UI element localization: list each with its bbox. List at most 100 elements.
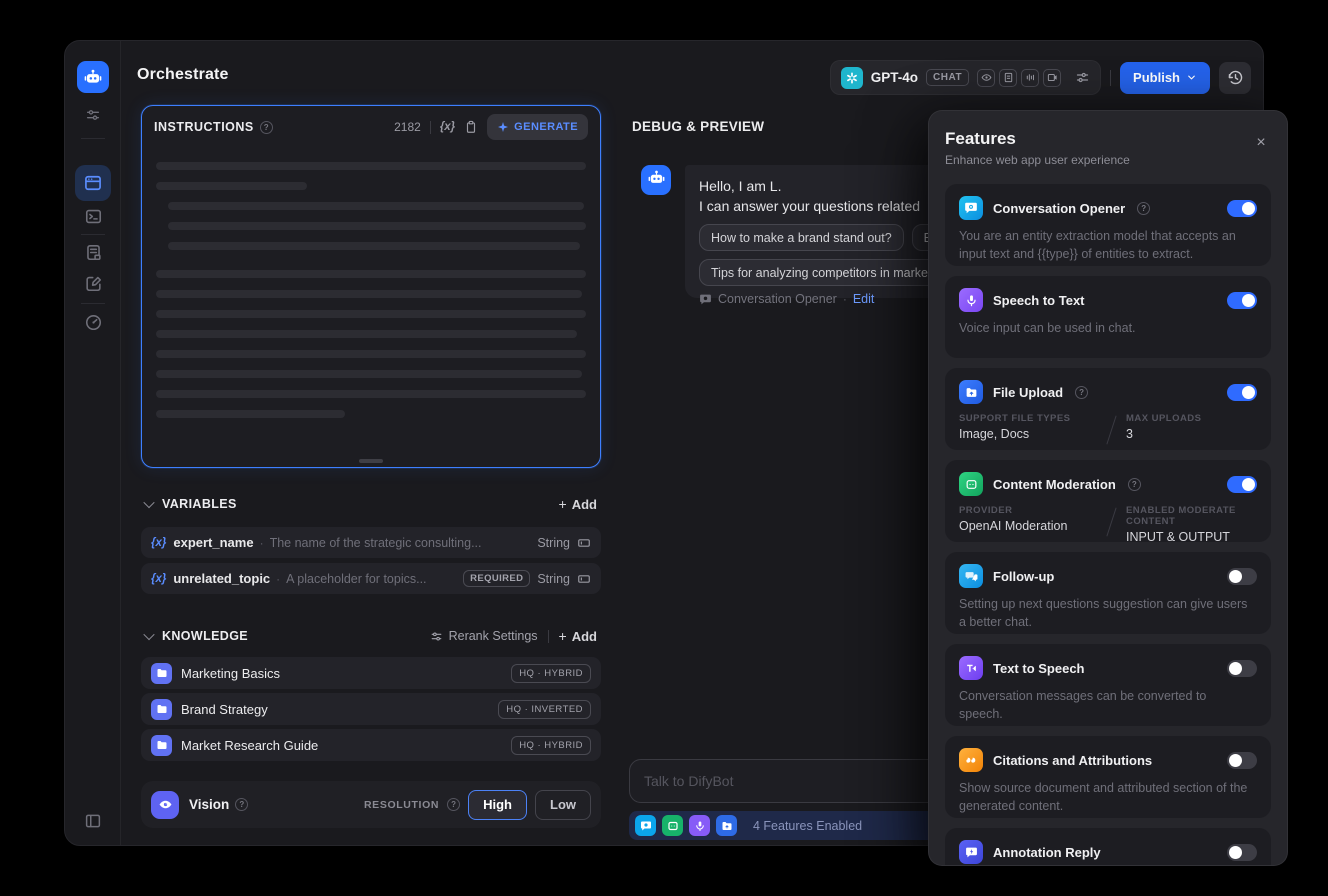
publish-button[interactable]: Publish [1120, 61, 1210, 94]
feature-toggle[interactable] [1227, 475, 1257, 493]
rerank-label: Rerank Settings [448, 629, 538, 643]
collapse-sidebar-button[interactable] [83, 811, 103, 831]
divider [547, 629, 549, 643]
resolution-high-button[interactable]: High [468, 789, 527, 820]
knowledge-badge: HQ · HYBRID [511, 735, 591, 755]
features-enabled-text: 4 Features Enabled [753, 818, 863, 833]
field-label: PROVIDER [959, 505, 1013, 516]
separator-dot: · [276, 571, 281, 586]
variable-icon: {x} [151, 536, 167, 549]
input-field-icon[interactable] [577, 536, 591, 550]
chevron-down-icon [1188, 75, 1195, 80]
slash-divider [1106, 507, 1117, 537]
sidebar-item-orchestrate[interactable] [75, 165, 111, 201]
help-icon[interactable]: ? [259, 120, 273, 134]
input-field-icon[interactable] [577, 572, 591, 586]
divider [429, 120, 431, 134]
knowledge-row[interactable]: Marketing Basics HQ · HYBRID [141, 657, 601, 689]
model-selector[interactable]: GPT-4o CHAT [829, 60, 1102, 95]
knowledge-badge: HQ · INVERTED [498, 699, 591, 719]
sidebar-item-annotations[interactable] [83, 273, 103, 293]
sidebar-item-monitoring[interactable] [83, 312, 103, 332]
feature-toggle[interactable] [1227, 751, 1257, 769]
features-panel-subtitle: Enhance web app user experience [945, 153, 1130, 167]
chevron-down-icon[interactable] [143, 628, 155, 641]
text-to-speech-icon [959, 656, 983, 680]
help-icon[interactable]: ? [1137, 201, 1151, 215]
feature-name: Content Moderation [993, 476, 1116, 492]
close-icon[interactable]: × [1251, 133, 1271, 153]
generate-button[interactable]: GENERATE [487, 114, 588, 140]
features-panel: Features Enhance web app user experience… [928, 110, 1288, 866]
variable-row[interactable]: {x} expert_name · The name of the strate… [141, 527, 601, 558]
app-config-sliders-icon[interactable] [83, 105, 103, 125]
edit-opener-link[interactable]: Edit [853, 292, 875, 306]
bot-avatar [641, 165, 671, 195]
variables-header: VARIABLES + Add [143, 493, 597, 515]
suggestion-chip[interactable]: Tips for analyzing competitors in market [699, 259, 944, 286]
knowledge-badge: HQ · HYBRID [511, 663, 591, 683]
rerank-settings-button[interactable]: Rerank Settings [430, 629, 538, 643]
features-panel-title: Features [945, 129, 1016, 148]
suggestion-chip[interactable]: How to make a brand stand out? [699, 224, 904, 251]
help-icon[interactable]: ? [1075, 385, 1089, 399]
feature-card-annotation-reply: Annotation Reply [945, 828, 1271, 865]
slash-divider [1106, 415, 1117, 445]
help-icon[interactable]: ? [235, 798, 249, 811]
app-logo[interactable] [77, 61, 109, 93]
add-label: Add [571, 496, 597, 512]
add-label: Add [571, 628, 597, 644]
file-upload-icon [716, 815, 737, 836]
feature-toggle[interactable] [1227, 199, 1257, 217]
insert-variable-icon[interactable]: {x} [440, 121, 455, 133]
help-icon[interactable]: ? [447, 798, 461, 811]
field-value: INPUT & OUTPUT [1126, 530, 1230, 542]
debug-preview-title: DEBUG & PREVIEW [632, 119, 765, 134]
resolution-low-button[interactable]: Low [535, 789, 591, 820]
field-value: Image, Docs [959, 427, 1030, 441]
knowledge-name: Brand Strategy [181, 701, 268, 717]
knowledge-row[interactable]: Brand Strategy HQ · INVERTED [141, 693, 601, 725]
help-icon[interactable]: ? [1127, 477, 1141, 491]
copy-clipboard-icon[interactable] [464, 120, 478, 134]
model-params-sliders-icon[interactable] [1075, 70, 1090, 85]
vision-title: Vision [189, 797, 230, 812]
separator-dot: · [842, 292, 847, 306]
feature-toggle[interactable] [1227, 843, 1257, 861]
feature-desc: You are an entity extraction model that … [959, 229, 1236, 261]
instructions-panel[interactable]: INSTRUCTIONS ? 2182 {x} GENERATE [141, 105, 601, 468]
feature-desc: Voice input can be used in chat. [959, 321, 1136, 335]
chevron-down-icon[interactable] [143, 496, 155, 509]
sidebar-item-logs[interactable] [83, 242, 103, 262]
sliders-icon [431, 631, 441, 641]
history-icon [1228, 70, 1242, 85]
feature-toggle[interactable] [1227, 659, 1257, 677]
model-mode-badge: CHAT [926, 69, 970, 86]
vision-setting: Vision ? RESOLUTION ? High Low [141, 781, 601, 828]
feature-toggle[interactable] [1227, 383, 1257, 401]
page-title: Orchestrate [137, 66, 229, 83]
feature-toggle[interactable] [1227, 567, 1257, 585]
history-button[interactable] [1219, 61, 1251, 94]
capability-video-icon [1043, 68, 1062, 87]
content-moderation-icon [959, 472, 983, 496]
sidebar-divider [81, 303, 105, 304]
add-knowledge-button[interactable]: + Add [559, 628, 597, 644]
feature-card-follow-up: Follow-up Setting up next questions sugg… [945, 552, 1271, 634]
variable-name: unrelated_topic [173, 571, 271, 586]
variable-row[interactable]: {x} unrelated_topic · A placeholder for … [141, 563, 601, 594]
model-name: GPT-4o [870, 70, 919, 85]
field-value: OpenAI Moderation [959, 519, 1068, 533]
resize-handle[interactable] [359, 459, 383, 463]
file-upload-icon [959, 380, 983, 404]
add-variable-button[interactable]: + Add [559, 496, 597, 512]
knowledge-header: KNOWLEDGE Rerank Settings + Add [143, 625, 597, 647]
feature-desc: Setting up next questions suggestion can… [959, 597, 1248, 629]
feature-toggle[interactable] [1227, 291, 1257, 309]
feature-card-text-to-speech: Text to Speech Conversation messages can… [945, 644, 1271, 726]
feature-name: Annotation Reply [993, 844, 1101, 860]
feature-card-citations: Citations and Attributions Show source d… [945, 736, 1271, 818]
instructions-title: INSTRUCTIONS [154, 120, 254, 134]
sidebar-item-terminal[interactable] [83, 206, 103, 226]
knowledge-row[interactable]: Market Research Guide HQ · HYBRID [141, 729, 601, 761]
